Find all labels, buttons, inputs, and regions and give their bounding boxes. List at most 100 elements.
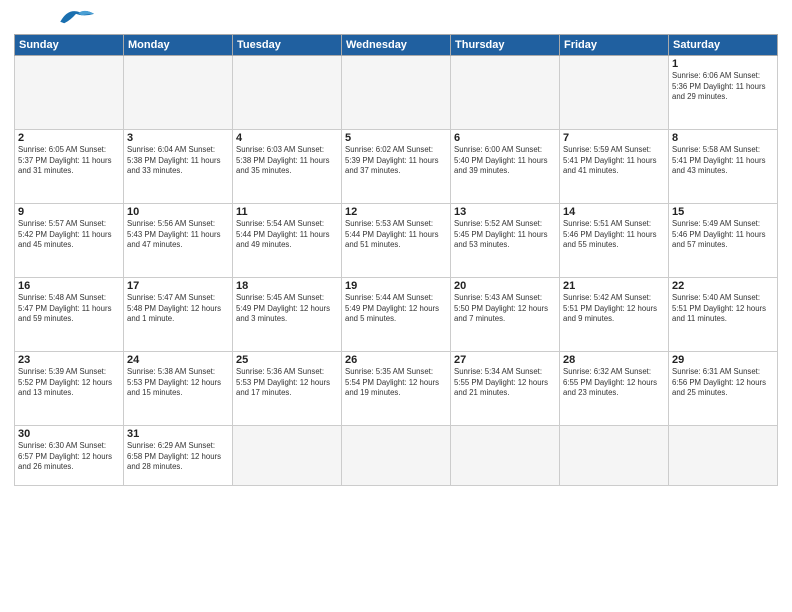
day-info: Sunrise: 6:03 AM Sunset: 5:38 PM Dayligh… — [236, 145, 338, 177]
day-info: Sunrise: 5:58 AM Sunset: 5:41 PM Dayligh… — [672, 145, 774, 177]
calendar-day: 9Sunrise: 5:57 AM Sunset: 5:42 PM Daylig… — [15, 204, 124, 278]
day-number: 9 — [18, 206, 120, 218]
logo — [14, 10, 96, 28]
day-number: 31 — [127, 428, 229, 440]
calendar-day: 6Sunrise: 6:00 AM Sunset: 5:40 PM Daylig… — [451, 130, 560, 204]
day-info: Sunrise: 5:47 AM Sunset: 5:48 PM Dayligh… — [127, 293, 229, 325]
day-number: 28 — [563, 354, 665, 366]
day-info: Sunrise: 5:48 AM Sunset: 5:47 PM Dayligh… — [18, 293, 120, 325]
day-info: Sunrise: 6:06 AM Sunset: 5:36 PM Dayligh… — [672, 71, 774, 103]
calendar-header-saturday: Saturday — [669, 35, 778, 56]
day-number: 15 — [672, 206, 774, 218]
calendar-day: 10Sunrise: 5:56 AM Sunset: 5:43 PM Dayli… — [124, 204, 233, 278]
day-number: 7 — [563, 132, 665, 144]
calendar-day — [233, 56, 342, 130]
calendar-week-2: 2Sunrise: 6:05 AM Sunset: 5:37 PM Daylig… — [15, 130, 778, 204]
calendar-day: 17Sunrise: 5:47 AM Sunset: 5:48 PM Dayli… — [124, 278, 233, 352]
day-number: 1 — [672, 58, 774, 70]
page: SundayMondayTuesdayWednesdayThursdayFrid… — [0, 0, 792, 612]
calendar-day: 23Sunrise: 5:39 AM Sunset: 5:52 PM Dayli… — [15, 352, 124, 426]
calendar-day — [124, 56, 233, 130]
day-number: 23 — [18, 354, 120, 366]
calendar-day: 25Sunrise: 5:36 AM Sunset: 5:53 PM Dayli… — [233, 352, 342, 426]
calendar-day — [669, 426, 778, 486]
calendar-header-friday: Friday — [560, 35, 669, 56]
calendar-day: 18Sunrise: 5:45 AM Sunset: 5:49 PM Dayli… — [233, 278, 342, 352]
calendar-day — [560, 56, 669, 130]
day-info: Sunrise: 5:51 AM Sunset: 5:46 PM Dayligh… — [563, 219, 665, 251]
day-info: Sunrise: 6:05 AM Sunset: 5:37 PM Dayligh… — [18, 145, 120, 177]
day-number: 26 — [345, 354, 447, 366]
calendar-day: 11Sunrise: 5:54 AM Sunset: 5:44 PM Dayli… — [233, 204, 342, 278]
day-number: 17 — [127, 280, 229, 292]
day-number: 24 — [127, 354, 229, 366]
day-number: 16 — [18, 280, 120, 292]
day-number: 21 — [563, 280, 665, 292]
calendar-day: 27Sunrise: 5:34 AM Sunset: 5:55 PM Dayli… — [451, 352, 560, 426]
calendar-day: 22Sunrise: 5:40 AM Sunset: 5:51 PM Dayli… — [669, 278, 778, 352]
day-number: 22 — [672, 280, 774, 292]
calendar-day: 2Sunrise: 6:05 AM Sunset: 5:37 PM Daylig… — [15, 130, 124, 204]
calendar-day: 13Sunrise: 5:52 AM Sunset: 5:45 PM Dayli… — [451, 204, 560, 278]
day-number: 30 — [18, 428, 120, 440]
day-info: Sunrise: 5:35 AM Sunset: 5:54 PM Dayligh… — [345, 367, 447, 399]
day-number: 25 — [236, 354, 338, 366]
day-info: Sunrise: 6:30 AM Sunset: 6:57 PM Dayligh… — [18, 441, 120, 473]
calendar-day: 21Sunrise: 5:42 AM Sunset: 5:51 PM Dayli… — [560, 278, 669, 352]
day-info: Sunrise: 5:54 AM Sunset: 5:44 PM Dayligh… — [236, 219, 338, 251]
day-number: 14 — [563, 206, 665, 218]
day-info: Sunrise: 5:42 AM Sunset: 5:51 PM Dayligh… — [563, 293, 665, 325]
day-number: 12 — [345, 206, 447, 218]
calendar: SundayMondayTuesdayWednesdayThursdayFrid… — [14, 34, 778, 486]
day-number: 19 — [345, 280, 447, 292]
calendar-day — [451, 56, 560, 130]
calendar-day: 8Sunrise: 5:58 AM Sunset: 5:41 PM Daylig… — [669, 130, 778, 204]
day-info: Sunrise: 6:31 AM Sunset: 6:56 PM Dayligh… — [672, 367, 774, 399]
day-info: Sunrise: 5:44 AM Sunset: 5:49 PM Dayligh… — [345, 293, 447, 325]
day-number: 2 — [18, 132, 120, 144]
calendar-header-tuesday: Tuesday — [233, 35, 342, 56]
day-info: Sunrise: 6:02 AM Sunset: 5:39 PM Dayligh… — [345, 145, 447, 177]
calendar-day: 16Sunrise: 5:48 AM Sunset: 5:47 PM Dayli… — [15, 278, 124, 352]
day-info: Sunrise: 5:56 AM Sunset: 5:43 PM Dayligh… — [127, 219, 229, 251]
calendar-day: 12Sunrise: 5:53 AM Sunset: 5:44 PM Dayli… — [342, 204, 451, 278]
day-info: Sunrise: 5:52 AM Sunset: 5:45 PM Dayligh… — [454, 219, 556, 251]
day-number: 4 — [236, 132, 338, 144]
calendar-day: 15Sunrise: 5:49 AM Sunset: 5:46 PM Dayli… — [669, 204, 778, 278]
calendar-week-5: 23Sunrise: 5:39 AM Sunset: 5:52 PM Dayli… — [15, 352, 778, 426]
calendar-day: 30Sunrise: 6:30 AM Sunset: 6:57 PM Dayli… — [15, 426, 124, 486]
calendar-day: 7Sunrise: 5:59 AM Sunset: 5:41 PM Daylig… — [560, 130, 669, 204]
calendar-week-3: 9Sunrise: 5:57 AM Sunset: 5:42 PM Daylig… — [15, 204, 778, 278]
calendar-day — [342, 426, 451, 486]
day-number: 27 — [454, 354, 556, 366]
calendar-day: 3Sunrise: 6:04 AM Sunset: 5:38 PM Daylig… — [124, 130, 233, 204]
calendar-day: 20Sunrise: 5:43 AM Sunset: 5:50 PM Dayli… — [451, 278, 560, 352]
day-number: 13 — [454, 206, 556, 218]
day-number: 6 — [454, 132, 556, 144]
calendar-day: 19Sunrise: 5:44 AM Sunset: 5:49 PM Dayli… — [342, 278, 451, 352]
day-info: Sunrise: 6:00 AM Sunset: 5:40 PM Dayligh… — [454, 145, 556, 177]
day-info: Sunrise: 6:04 AM Sunset: 5:38 PM Dayligh… — [127, 145, 229, 177]
day-number: 20 — [454, 280, 556, 292]
day-info: Sunrise: 5:45 AM Sunset: 5:49 PM Dayligh… — [236, 293, 338, 325]
day-info: Sunrise: 6:29 AM Sunset: 6:58 PM Dayligh… — [127, 441, 229, 473]
day-info: Sunrise: 5:39 AM Sunset: 5:52 PM Dayligh… — [18, 367, 120, 399]
day-number: 3 — [127, 132, 229, 144]
day-number: 5 — [345, 132, 447, 144]
day-info: Sunrise: 5:57 AM Sunset: 5:42 PM Dayligh… — [18, 219, 120, 251]
day-info: Sunrise: 5:53 AM Sunset: 5:44 PM Dayligh… — [345, 219, 447, 251]
day-info: Sunrise: 5:38 AM Sunset: 5:53 PM Dayligh… — [127, 367, 229, 399]
header — [14, 10, 778, 28]
day-number: 11 — [236, 206, 338, 218]
calendar-week-1: 1Sunrise: 6:06 AM Sunset: 5:36 PM Daylig… — [15, 56, 778, 130]
day-info: Sunrise: 5:40 AM Sunset: 5:51 PM Dayligh… — [672, 293, 774, 325]
day-info: Sunrise: 5:34 AM Sunset: 5:55 PM Dayligh… — [454, 367, 556, 399]
day-number: 8 — [672, 132, 774, 144]
calendar-day: 1Sunrise: 6:06 AM Sunset: 5:36 PM Daylig… — [669, 56, 778, 130]
day-number: 10 — [127, 206, 229, 218]
day-number: 29 — [672, 354, 774, 366]
calendar-day: 28Sunrise: 6:32 AM Sunset: 6:55 PM Dayli… — [560, 352, 669, 426]
calendar-header-row: SundayMondayTuesdayWednesdayThursdayFrid… — [15, 35, 778, 56]
day-info: Sunrise: 5:59 AM Sunset: 5:41 PM Dayligh… — [563, 145, 665, 177]
calendar-header-wednesday: Wednesday — [342, 35, 451, 56]
